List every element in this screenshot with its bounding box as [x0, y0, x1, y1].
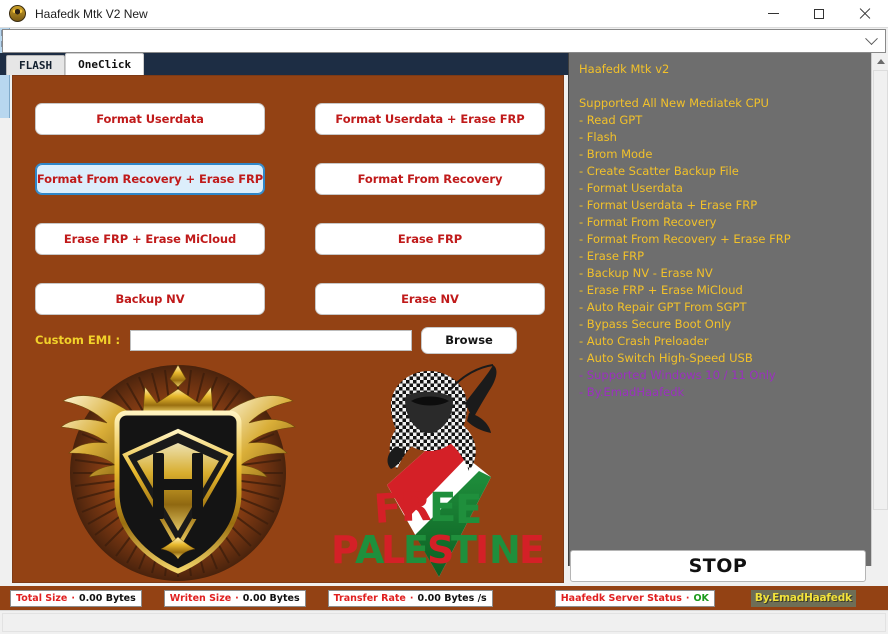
written-size-label: Writen Size [169, 592, 232, 604]
status-bar: Total Size · 0.00 Bytes Writen Size · 0.… [0, 586, 888, 610]
log-line: - By.EmadHaafedk [579, 385, 685, 399]
server-status-separator: · [685, 592, 690, 604]
format-userdata-erase-frp-button[interactable]: Format Userdata + Erase FRP [315, 103, 545, 135]
log-line: - Auto Crash Preloader [579, 334, 709, 348]
log-text-area[interactable]: Haafedk Mtk v2 Supported All New Mediate… [572, 55, 866, 564]
maximize-icon [814, 8, 824, 19]
format-from-recovery-button[interactable]: Format From Recovery [315, 163, 545, 195]
total-size-label: Total Size [16, 592, 68, 604]
server-status-label: Haafedk Server Status [560, 592, 682, 604]
log-line: - Supported Windows 10 / 11 Only [579, 368, 776, 382]
log-line: - Auto Repair GPT From SGPT [579, 300, 747, 314]
stop-button[interactable]: STOP [570, 550, 866, 582]
svg-text:L: L [381, 528, 405, 572]
log-line: - Format From Recovery + Erase FRP [579, 232, 791, 246]
format-userdata-button[interactable]: Format Userdata [35, 103, 265, 135]
log-line: - Bypass Secure Boot Only [579, 317, 732, 331]
svg-text:T: T [451, 528, 477, 572]
svg-text:I: I [475, 528, 489, 572]
scrollbar-thumb[interactable] [873, 70, 888, 510]
log-line: - Auto Switch High-Speed USB [579, 351, 753, 365]
title-bar-left: Haafedk Mtk V2 New [0, 5, 148, 22]
log-line: - Erase FRP [579, 249, 645, 263]
server-status-value: OK [693, 592, 709, 604]
transfer-rate-value: 0.00 Bytes /s [417, 592, 487, 604]
log-line: - Format From Recovery [579, 215, 717, 229]
transfer-rate-label: Transfer Rate [333, 592, 406, 604]
total-size-status: Total Size · 0.00 Bytes [10, 589, 142, 607]
custom-emi-label: Custom EMI : [35, 333, 121, 347]
minimize-button[interactable] [750, 0, 796, 28]
browse-button[interactable]: Browse [421, 326, 518, 354]
device-combobox[interactable] [2, 29, 886, 53]
bottom-strip-inner [2, 613, 886, 632]
backup-nv-button[interactable]: Backup NV [35, 283, 265, 315]
svg-text:E: E [403, 528, 429, 572]
log-line: Haafedk Mtk v2 [579, 62, 670, 76]
format-from-recovery-erase-frp-button[interactable]: Format From Recovery + Erase FRP [35, 163, 265, 195]
chevron-down-icon [865, 31, 878, 45]
erase-nv-button[interactable]: Erase NV [315, 283, 545, 315]
author-credit-badge: By.EmadHaafedk [750, 589, 856, 607]
log-scrollbar[interactable] [871, 53, 888, 566]
transfer-rate-separator: · [409, 592, 414, 604]
log-panel: Haafedk Mtk v2 Supported All New Mediate… [568, 53, 888, 566]
app-emblem-icon [9, 5, 26, 22]
log-line: - Format Userdata + Erase FRP [579, 198, 758, 212]
written-size-value: 0.00 Bytes [242, 592, 300, 604]
written-size-separator: · [235, 592, 239, 604]
log-line: - Flash [579, 130, 617, 144]
application-window: Haafedk Mtk V2 New H B FLASH OneClick Fo… [0, 0, 888, 634]
svg-text:N: N [489, 528, 521, 572]
erase-frp-erase-micloud-button[interactable]: Erase FRP + Erase MiCloud [35, 223, 265, 255]
tab-oneclick[interactable]: OneClick [65, 53, 145, 75]
svg-text:E: E [519, 528, 545, 572]
artwork-area: F R E E P A L E S T I N E [13, 359, 563, 582]
haafedk-gold-shield-emblem [60, 364, 296, 581]
erase-frp-button[interactable]: Erase FRP [315, 223, 545, 255]
scroll-up-button[interactable] [872, 53, 888, 70]
log-line: - Erase FRP + Erase MiCloud [579, 283, 743, 297]
free-palestine-graphic: F R E E P A L E S T I N E [331, 364, 545, 577]
svg-text:E: E [429, 485, 456, 531]
custom-emi-row: Custom EMI : Browse [35, 326, 545, 354]
svg-text:R: R [400, 484, 432, 531]
tab-flash[interactable]: FLASH [6, 55, 66, 75]
title-bar: Haafedk Mtk V2 New [0, 0, 888, 28]
minimize-icon [767, 13, 779, 14]
log-line: - Brom Mode [579, 147, 653, 161]
server-status: Haafedk Server Status · OK [554, 589, 715, 607]
bottom-strip [0, 610, 888, 634]
transfer-rate-status: Transfer Rate · 0.00 Bytes /s [327, 589, 493, 607]
window-controls [750, 0, 888, 28]
log-line: - Backup NV - Erase NV [579, 266, 713, 280]
log-line: - Format Userdata [579, 181, 683, 195]
written-size-status: Writen Size · 0.00 Bytes [163, 589, 306, 607]
log-line: Supported All New Mediatek CPU [579, 96, 769, 110]
window-title: Haafedk Mtk V2 New [35, 6, 148, 21]
custom-emi-input[interactable] [130, 329, 413, 351]
log-line: - Read GPT [579, 113, 643, 127]
log-line: - Create Scatter Backup File [579, 164, 739, 178]
close-icon [859, 8, 871, 20]
total-size-separator: · [71, 592, 75, 604]
oneclick-panel: Format Userdata Format Userdata + Erase … [12, 75, 564, 583]
close-button[interactable] [842, 0, 888, 28]
svg-text:F: F [372, 485, 402, 533]
scroll-up-arrow-icon [876, 59, 885, 64]
svg-text:E: E [455, 487, 482, 533]
tab-strip: FLASH OneClick [6, 53, 145, 75]
maximize-button[interactable] [796, 0, 842, 28]
action-button-grid: Format Userdata Format Userdata + Erase … [35, 103, 545, 315]
total-size-value: 0.00 Bytes [78, 592, 136, 604]
